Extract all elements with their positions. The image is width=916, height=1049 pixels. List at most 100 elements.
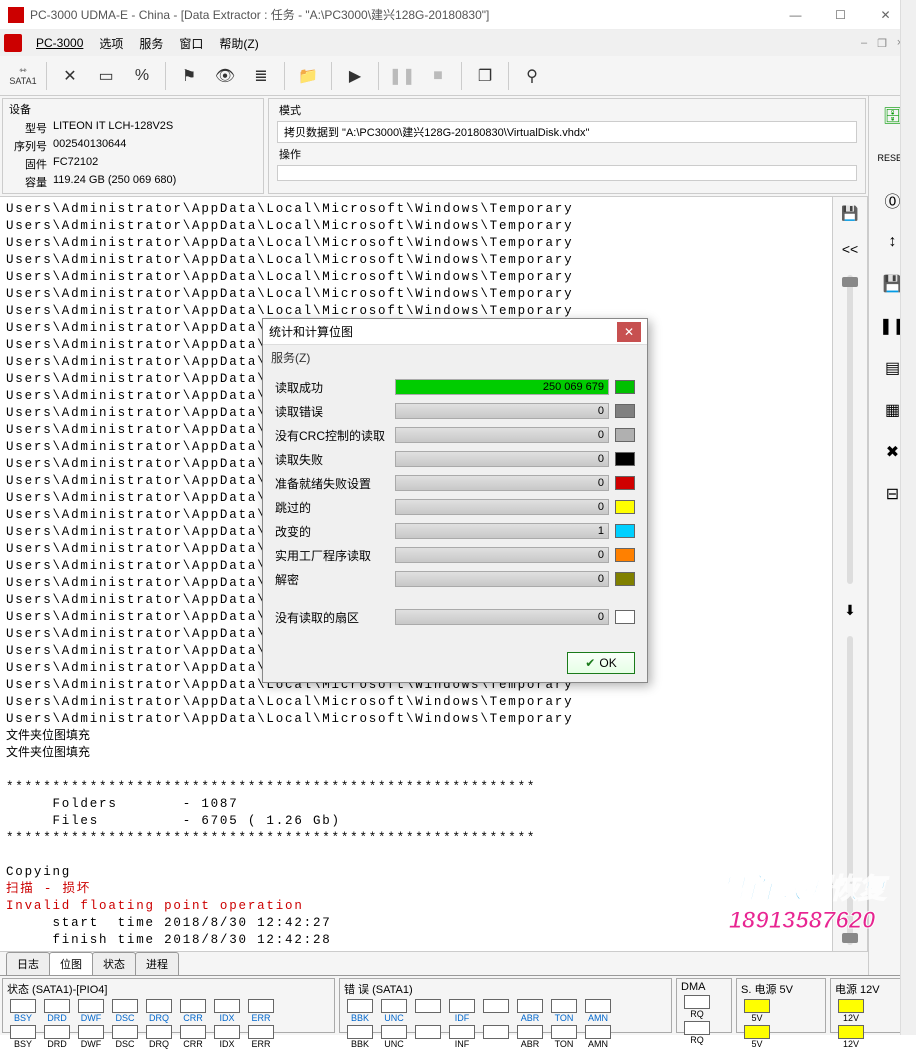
led- [480, 1025, 512, 1049]
tab-log[interactable]: 日志 [6, 952, 50, 975]
menu-app-icon [4, 34, 22, 52]
stat-label: 实用工厂程序读取 [275, 547, 395, 564]
stat-bar: 0 [395, 427, 609, 443]
pause-button[interactable]: ❚❚ [385, 59, 419, 93]
led-dsc: DSC [109, 999, 141, 1023]
copy-button[interactable]: ❐ [468, 59, 502, 93]
statusbar: 状态 (SATA1)-[PIO4] BSYDRDDWFDSCDRQCRRIDXE… [0, 975, 916, 1035]
led-crr: CRR [177, 999, 209, 1023]
tool-folder-icon[interactable]: 📁 [291, 59, 325, 93]
led-drd: DRD [41, 999, 73, 1023]
play-button[interactable]: ▶ [338, 59, 372, 93]
stat-row: 读取成功250 069 679 [275, 378, 635, 396]
toolbar: ⇿SATA1 ✕ ▭ % ⚑ 👁 ≣ 📁 ▶ ❚❚ ■ ❐ ⚲ [0, 56, 916, 96]
slider-save-icon[interactable]: 💾 [840, 203, 860, 223]
menu-help[interactable]: 帮助(Z) [211, 31, 266, 56]
stat-bar: 0 [395, 547, 609, 563]
tab-bitmap[interactable]: 位图 [49, 952, 93, 975]
mdi-minimize-icon[interactable]: – [856, 35, 872, 51]
slider-down-icon[interactable]: ⬇ [840, 600, 860, 620]
stat-row: 读取失败0 [275, 450, 635, 468]
led-drd: DRD [41, 1025, 73, 1049]
led-dwf: DWF [75, 1025, 107, 1049]
dialog-menu[interactable]: 服务(Z) [263, 345, 647, 370]
tab-process[interactable]: 进程 [135, 952, 179, 975]
led-inf: INF [446, 1025, 478, 1049]
ok-button[interactable]: ✔OK [567, 652, 635, 674]
sata-button[interactable]: ⇿SATA1 [6, 59, 40, 93]
device-capacity: 119.24 GB (250 069 680) [53, 174, 176, 190]
stat-color [615, 404, 635, 418]
stat-label: 跳过的 [275, 499, 395, 516]
maximize-button[interactable]: ☐ [818, 1, 863, 29]
stat-label: 准备就绪失败设置 [275, 475, 395, 492]
led-err: ERR [245, 999, 277, 1023]
stat-row-unread: 没有读取的扇区0 [275, 608, 635, 626]
led-unc: UNC [378, 1025, 410, 1049]
stat-bar: 0 [395, 571, 609, 587]
led-idx: IDX [211, 1025, 243, 1049]
tool-chip-icon[interactable]: ▭ [89, 59, 123, 93]
stats-dialog: 统计和计算位图 ✕ 服务(Z) 读取成功250 069 679读取错误0没有CR… [262, 318, 648, 683]
tool-settings-icon[interactable]: ✕ [53, 59, 87, 93]
device-header: 设备 [9, 101, 257, 119]
menu-window[interactable]: 窗口 [171, 31, 211, 56]
titlebar: PC-3000 UDMA-E - China - [Data Extractor… [0, 0, 916, 30]
stat-row: 准备就绪失败设置0 [275, 474, 635, 492]
mdi-restore-icon[interactable]: ❐ [874, 35, 890, 51]
led-drq: DRQ [143, 1025, 175, 1049]
menu-services[interactable]: 服务 [131, 31, 171, 56]
menu-options[interactable]: 选项 [91, 31, 131, 56]
status-5v-header: S. 电源 5V [741, 981, 821, 999]
op-header: 操作 [275, 145, 859, 163]
device-serial: 002540130644 [53, 138, 126, 154]
tool-wrench-icon[interactable]: ⚲ [515, 59, 549, 93]
led-unc: UNC [378, 999, 410, 1023]
stat-color [615, 380, 635, 394]
device-fw: FC72102 [53, 156, 98, 172]
led-ton: TON [548, 999, 580, 1023]
stop-button[interactable]: ■ [421, 59, 455, 93]
led- [480, 999, 512, 1023]
led-amn: AMN [582, 1025, 614, 1049]
window-title: PC-3000 UDMA-E - China - [Data Extractor… [30, 6, 773, 23]
stat-row: 跳过的0 [275, 498, 635, 516]
tab-status[interactable]: 状态 [92, 952, 136, 975]
stat-color [615, 572, 635, 586]
tool-binoc-icon[interactable]: 👁 [208, 59, 242, 93]
status-dma-header: DMA [681, 981, 727, 995]
led-abr: ABR [514, 999, 546, 1023]
bottom-tabs: 日志 位图 状态 进程 [0, 951, 868, 975]
led-abr: ABR [514, 1025, 546, 1049]
app-icon [8, 7, 24, 23]
led-drq: DRQ [143, 999, 175, 1023]
stat-bar: 1 [395, 523, 609, 539]
tool-flag-icon[interactable]: ⚑ [172, 59, 206, 93]
stat-label: 解密 [275, 571, 395, 588]
led-bsy: BSY [7, 1025, 39, 1049]
led-bbk: BBK [344, 1025, 376, 1049]
stat-color [615, 476, 635, 490]
stat-label: 读取失败 [275, 451, 395, 468]
stat-label: 读取成功 [275, 379, 395, 396]
led-err: ERR [245, 1025, 277, 1049]
tool-percent-icon[interactable]: % [125, 59, 159, 93]
dialog-close-button[interactable]: ✕ [617, 322, 641, 342]
led- [412, 1025, 444, 1049]
op-value [277, 165, 857, 181]
dialog-title: 统计和计算位图 [269, 323, 617, 340]
led-amn: AMN [582, 999, 614, 1023]
led-crr: CRR [177, 1025, 209, 1049]
led-dsc: DSC [109, 1025, 141, 1049]
menu-pc3000[interactable]: PC-3000 [28, 32, 91, 54]
slider-arrow-icon[interactable]: << [840, 239, 860, 259]
status-12v-header: 电源 12V [835, 981, 909, 999]
mode-header: 模式 [275, 101, 859, 119]
stat-color [615, 452, 635, 466]
minimize-button[interactable]: — [773, 1, 818, 29]
stat-label: 读取错误 [275, 403, 395, 420]
left-slider[interactable]: 💾 << ⬇ [832, 197, 868, 951]
tool-lines-icon[interactable]: ≣ [244, 59, 278, 93]
status-sata-header: 状态 (SATA1)-[PIO4] [7, 981, 330, 999]
led-idx: IDX [211, 999, 243, 1023]
